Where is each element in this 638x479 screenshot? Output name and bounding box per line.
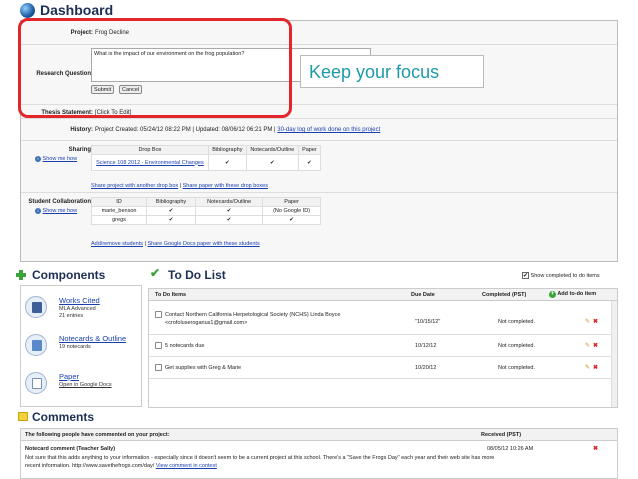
edit-icon[interactable]: ✎ xyxy=(585,342,590,349)
paper-icon xyxy=(25,372,47,394)
components-title: Components xyxy=(32,268,106,282)
todo-row: Contact Northern California Herpetologic… xyxy=(149,301,617,335)
delete-icon[interactable]: ✖ xyxy=(593,342,598,349)
todo-due: 10/12/12 xyxy=(415,343,437,349)
checkmark-icon: ✔ xyxy=(150,266,161,280)
show-completed-toggle[interactable]: ✔ Show completed to do items xyxy=(522,272,600,279)
sharing-label: Sharing: xyxy=(68,147,93,153)
check-icon[interactable]: ✔ xyxy=(245,154,299,171)
todo-row: Get supplies with Greg & Marie 10/20/12 … xyxy=(149,357,617,379)
comment-received: 08/05/12 10:26 AM xyxy=(487,446,534,452)
todo-panel: To Do Items Due Date Completed (PST) + A… xyxy=(148,288,618,408)
focus-highlight xyxy=(18,18,292,118)
todo-item-text[interactable]: Get supplies with Greg & Marie xyxy=(165,365,241,371)
check-icon[interactable]: ✔ xyxy=(146,206,197,216)
components-panel: Works Cited MLA Advanced 21 entries Note… xyxy=(20,285,142,407)
plus-icon xyxy=(16,270,26,280)
share-paper-link[interactable]: Share paper with these drop boxes xyxy=(183,183,268,189)
add-icon: + xyxy=(549,291,556,298)
collab-row: Student Collaboration: i Show me how ID … xyxy=(21,193,617,253)
todo-status: Not completed. xyxy=(498,343,535,349)
collab-label: Student Collaboration: xyxy=(28,199,93,205)
comment-author: Notecard comment (Teacher Sally) xyxy=(25,446,116,452)
todo-due: "10/15/12" xyxy=(415,319,441,325)
todo-item-text[interactable]: Contact Northern California Herpetologic… xyxy=(165,311,405,327)
notecards-icon xyxy=(25,334,47,356)
check-icon[interactable]: ✔ xyxy=(195,206,264,216)
paper-status: (No Google ID) xyxy=(262,206,321,216)
collab-links: Add/remove students | Share Google Docs … xyxy=(91,241,260,247)
delete-icon[interactable]: ✖ xyxy=(593,318,598,325)
todo-checkbox[interactable] xyxy=(155,311,162,318)
history-row: History: Project Created: 05/24/12 08:22… xyxy=(21,119,617,141)
comments-panel: The following people have commented on y… xyxy=(20,428,618,479)
delete-icon[interactable]: ✖ xyxy=(593,364,598,371)
focus-callout: Keep your focus xyxy=(300,55,484,88)
add-remove-students-link[interactable]: Add/remove students xyxy=(91,241,143,247)
info-icon: i xyxy=(35,208,41,214)
student-id: gregs xyxy=(90,215,148,225)
todo-status: Not completed. xyxy=(498,319,535,325)
component-paper[interactable]: Paper Open in Google Docs xyxy=(25,370,143,400)
todo-due: 10/20/12 xyxy=(415,365,437,371)
sharing-links: Share project with another drop box | Sh… xyxy=(91,183,268,189)
title-bar: Dashboard xyxy=(0,0,638,20)
check-icon[interactable]: ✔ xyxy=(207,154,247,171)
history-log-link[interactable]: 30-day log of work done on this project xyxy=(277,127,380,133)
edit-icon[interactable]: ✎ xyxy=(585,364,590,371)
comment-body: Not sure that this adds anything to your… xyxy=(25,455,495,469)
todo-header: To Do Items Due Date Completed (PST) + A… xyxy=(149,289,617,301)
sharing-row: Sharing: i Show me how Drop Box Bibliogr… xyxy=(21,141,617,193)
comment-icon xyxy=(18,412,28,421)
sharing-help[interactable]: i Show me how xyxy=(35,156,77,162)
checkbox-checked-icon[interactable]: ✔ xyxy=(522,272,529,279)
todo-title: To Do List xyxy=(168,268,226,282)
todo-row: 5 notecards due 10/12/12 Not completed. … xyxy=(149,335,617,357)
todo-scrollbar[interactable] xyxy=(611,301,617,407)
book-icon xyxy=(25,296,47,318)
globe-icon xyxy=(20,3,35,18)
edit-icon[interactable]: ✎ xyxy=(585,318,590,325)
dropbox-link[interactable]: Science 108 2012 - Environmental Changes xyxy=(91,154,209,171)
todo-checkbox[interactable] xyxy=(155,364,162,371)
share-google-docs-link[interactable]: Share Google Docs paper with these stude… xyxy=(147,241,259,247)
add-todo-button[interactable]: + Add to-do item xyxy=(549,291,596,298)
todo-item-text[interactable]: 5 notecards due xyxy=(165,343,204,349)
check-icon[interactable]: ✔ xyxy=(146,215,197,225)
component-notecards[interactable]: Notecards & Outline 19 notecards xyxy=(25,332,143,362)
comments-title: Comments xyxy=(32,410,95,424)
view-comment-link[interactable]: View comment in context xyxy=(156,463,217,469)
comments-header: The following people have commented on y… xyxy=(21,429,617,441)
todo-checkbox[interactable] xyxy=(155,342,162,349)
share-dropbox-link[interactable]: Share project with another drop box xyxy=(91,183,178,189)
student-id: marie_benson xyxy=(90,206,148,216)
check-icon[interactable]: ✔ xyxy=(297,154,322,171)
collab-help[interactable]: i Show me how xyxy=(35,208,77,214)
todo-status: Not completed. xyxy=(498,365,535,371)
history-text: Project Created: 05/24/12 08:22 PM | Upd… xyxy=(95,127,381,133)
collab-table: ID Bibliography Notecards/Outline Paper … xyxy=(90,197,321,225)
check-icon[interactable]: ✔ xyxy=(262,215,321,225)
component-works-cited[interactable]: Works Cited MLA Advanced 21 entries xyxy=(25,294,143,324)
history-label: History: xyxy=(70,127,93,133)
check-icon[interactable]: ✔ xyxy=(195,215,264,225)
delete-comment-icon[interactable]: ✖ xyxy=(593,445,598,452)
info-icon: i xyxy=(35,156,41,162)
page-title: Dashboard xyxy=(40,2,114,18)
sharing-table: Drop Box Bibliography Notecards/Outline … xyxy=(91,145,322,171)
